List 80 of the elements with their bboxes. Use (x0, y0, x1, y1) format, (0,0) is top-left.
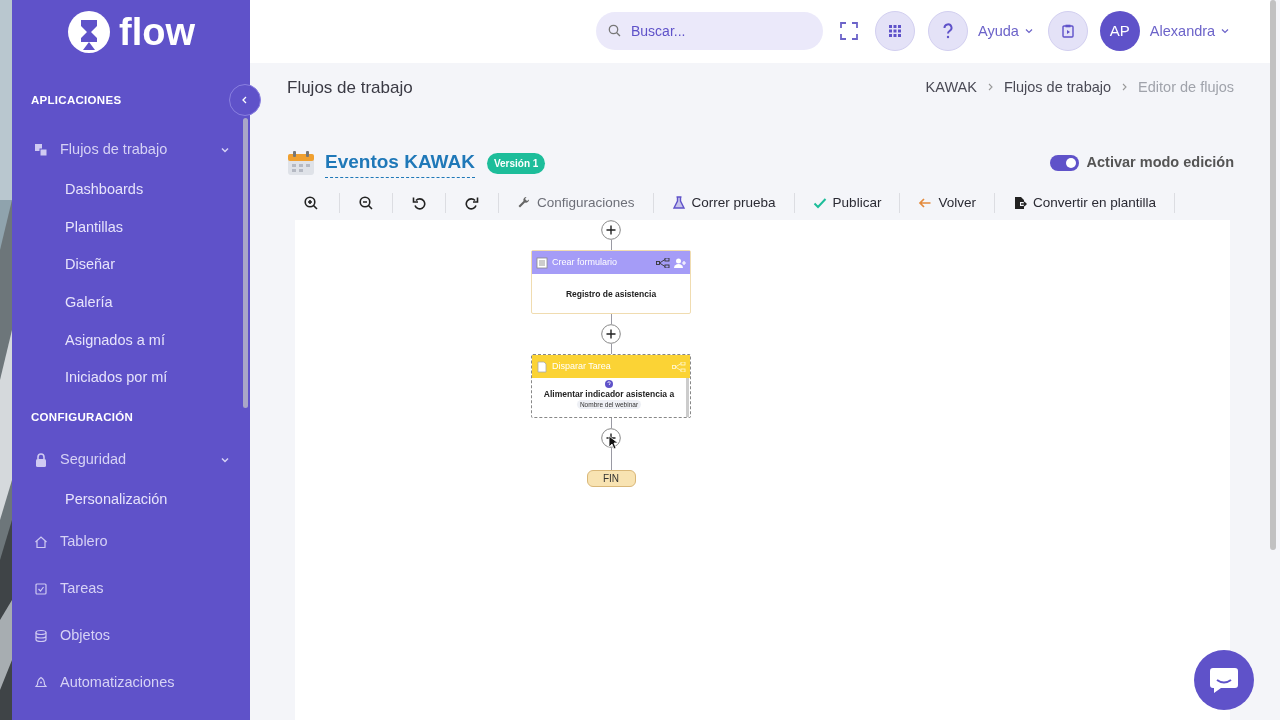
help-menu[interactable]: Ayuda (978, 20, 1033, 43)
chevron-right-icon (1121, 83, 1129, 92)
lock-icon (34, 453, 48, 468)
chat-button[interactable] (1194, 650, 1254, 710)
clipboard-icon (1061, 24, 1074, 39)
chevron-down-icon (1221, 27, 1230, 36)
chevron-right-icon (986, 83, 994, 92)
grid-icon (889, 25, 901, 38)
form-icon (536, 256, 548, 269)
zoom-out-icon (359, 196, 373, 210)
sidebar-item[interactable]: Automatizaciones (12, 659, 250, 707)
zoom-in-icon (304, 196, 318, 210)
logo-icon (67, 10, 111, 54)
avatar: AP (1099, 11, 1140, 52)
undo-icon (412, 196, 426, 210)
submenu-item[interactable]: Galería (65, 291, 113, 314)
submenu-item[interactable]: Iniciados por mí (65, 367, 168, 389)
brand-name: flow (119, 13, 195, 51)
cursor-icon (608, 435, 618, 450)
add-step-button[interactable] (601, 220, 621, 240)
sidebar-item[interactable]: Tareas (12, 565, 250, 613)
file-export-icon (1012, 196, 1027, 210)
page-scrollbar[interactable] (1270, 0, 1276, 550)
submenu-item[interactable]: Dashboards (65, 179, 144, 201)
section-heading: CONFIGURACIÓN (31, 409, 134, 425)
end-node: FIN (586, 470, 636, 487)
flow-node[interactable]: Crear formulario Registro de asistencia (531, 250, 691, 314)
search-icon (608, 24, 621, 38)
submenu-item[interactable]: Diseñar (65, 254, 115, 277)
chat-icon (1209, 666, 1239, 694)
check-icon (812, 196, 827, 210)
fullscreen-icon[interactable] (839, 21, 859, 42)
question-icon (942, 23, 954, 40)
user-add-icon (674, 257, 686, 268)
user-menu[interactable]: Alexandra (1149, 20, 1230, 43)
node-header: Disparar Tarea (532, 355, 690, 378)
flask-icon (671, 196, 686, 210)
help-button[interactable] (928, 11, 968, 52)
flow-title[interactable]: Eventos KAWAK (325, 147, 475, 179)
submenu-item[interactable]: Personalización (65, 489, 168, 511)
home-icon (34, 535, 48, 550)
submenu-item[interactable]: Asignados a mí (65, 329, 165, 352)
node-text: Alimentar indicador asistencia a (543, 388, 675, 400)
chevron-down-icon (1024, 27, 1033, 36)
apps-button[interactable] (875, 11, 915, 52)
sidebar-item[interactable]: Seguridad (12, 439, 250, 482)
sidebar-item[interactable]: Tablero (12, 518, 250, 566)
breadcrumb: Editor de flujos (1138, 77, 1234, 97)
scrollbar[interactable] (243, 118, 248, 408)
wrench-icon (517, 196, 531, 210)
section-heading: APLICACIONES (31, 93, 122, 108)
node-text: Registro de asistencia (565, 287, 657, 300)
arrow-left-icon (918, 196, 933, 210)
version-badge: Versión 1 (486, 152, 546, 174)
breadcrumb[interactable]: Flujos de trabajo (1003, 76, 1112, 99)
toggle-label: Activar modo edición (1086, 153, 1234, 173)
chevron-left-icon (241, 96, 249, 104)
add-step-button[interactable] (601, 324, 621, 344)
edit-mode-toggle[interactable] (1049, 155, 1079, 171)
database-icon (34, 629, 48, 644)
toolbar-button[interactable]: Convertir en plantilla (994, 188, 1174, 218)
page-title: Flujos de trabajo (287, 76, 413, 99)
sidebar-item[interactable]: Flujos de trabajo (12, 129, 250, 172)
squares-icon (34, 143, 48, 158)
collapse-button[interactable] (229, 84, 261, 116)
calendar-icon (287, 150, 315, 176)
search-field[interactable]: Buscar... (596, 12, 823, 51)
question-icon (605, 380, 613, 388)
redo-icon (465, 196, 479, 210)
toolbar-button[interactable]: Volver (900, 188, 994, 218)
branch-icon (672, 361, 686, 372)
toolbar-button[interactable]: Correr prueba (653, 188, 794, 218)
breadcrumb[interactable]: KAWAK (925, 76, 977, 99)
submenu-item[interactable]: Plantillas (65, 216, 124, 239)
node-header: Crear formulario (532, 251, 690, 274)
document-icon (536, 360, 548, 373)
checkbox-icon (34, 582, 48, 597)
toolbar-button[interactable]: Publicar (794, 188, 900, 218)
branch-icon (656, 257, 670, 268)
sidebar-item[interactable]: Objetos (12, 612, 250, 660)
